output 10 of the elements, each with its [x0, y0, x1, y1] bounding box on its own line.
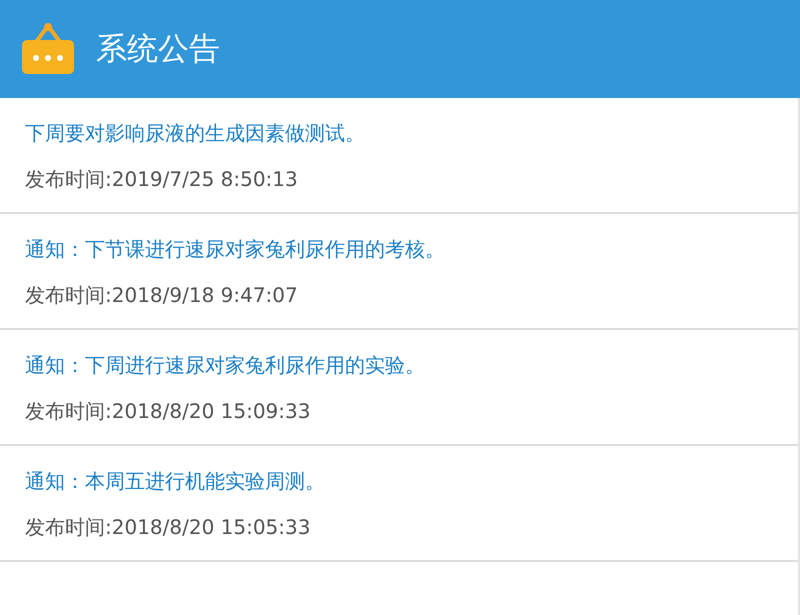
publish-time: 发布时间:2018/8/20 15:05:33	[25, 514, 312, 541]
publish-time: 发布时间:2019/7/25 8:50:13	[25, 166, 299, 193]
notice-link[interactable]: 通知：下节课进行速尿对家兔利尿作用的考核。	[25, 229, 798, 269]
notice-link[interactable]: 通知：本周五进行机能实验周测。	[25, 461, 798, 501]
notice-board-icon	[20, 22, 76, 76]
publish-time: 发布时间:2018/9/18 9:47:07	[25, 282, 299, 309]
header-title: 系统公告	[96, 30, 220, 69]
notice-link[interactable]: 通知：下周进行速尿对家兔利尿作用的实验。	[25, 345, 798, 385]
publish-time: 发布时间:2018/8/20 15:09:33	[25, 398, 312, 425]
notice-link[interactable]: 下周要对影响尿液的生成因素做测试。	[25, 113, 798, 153]
